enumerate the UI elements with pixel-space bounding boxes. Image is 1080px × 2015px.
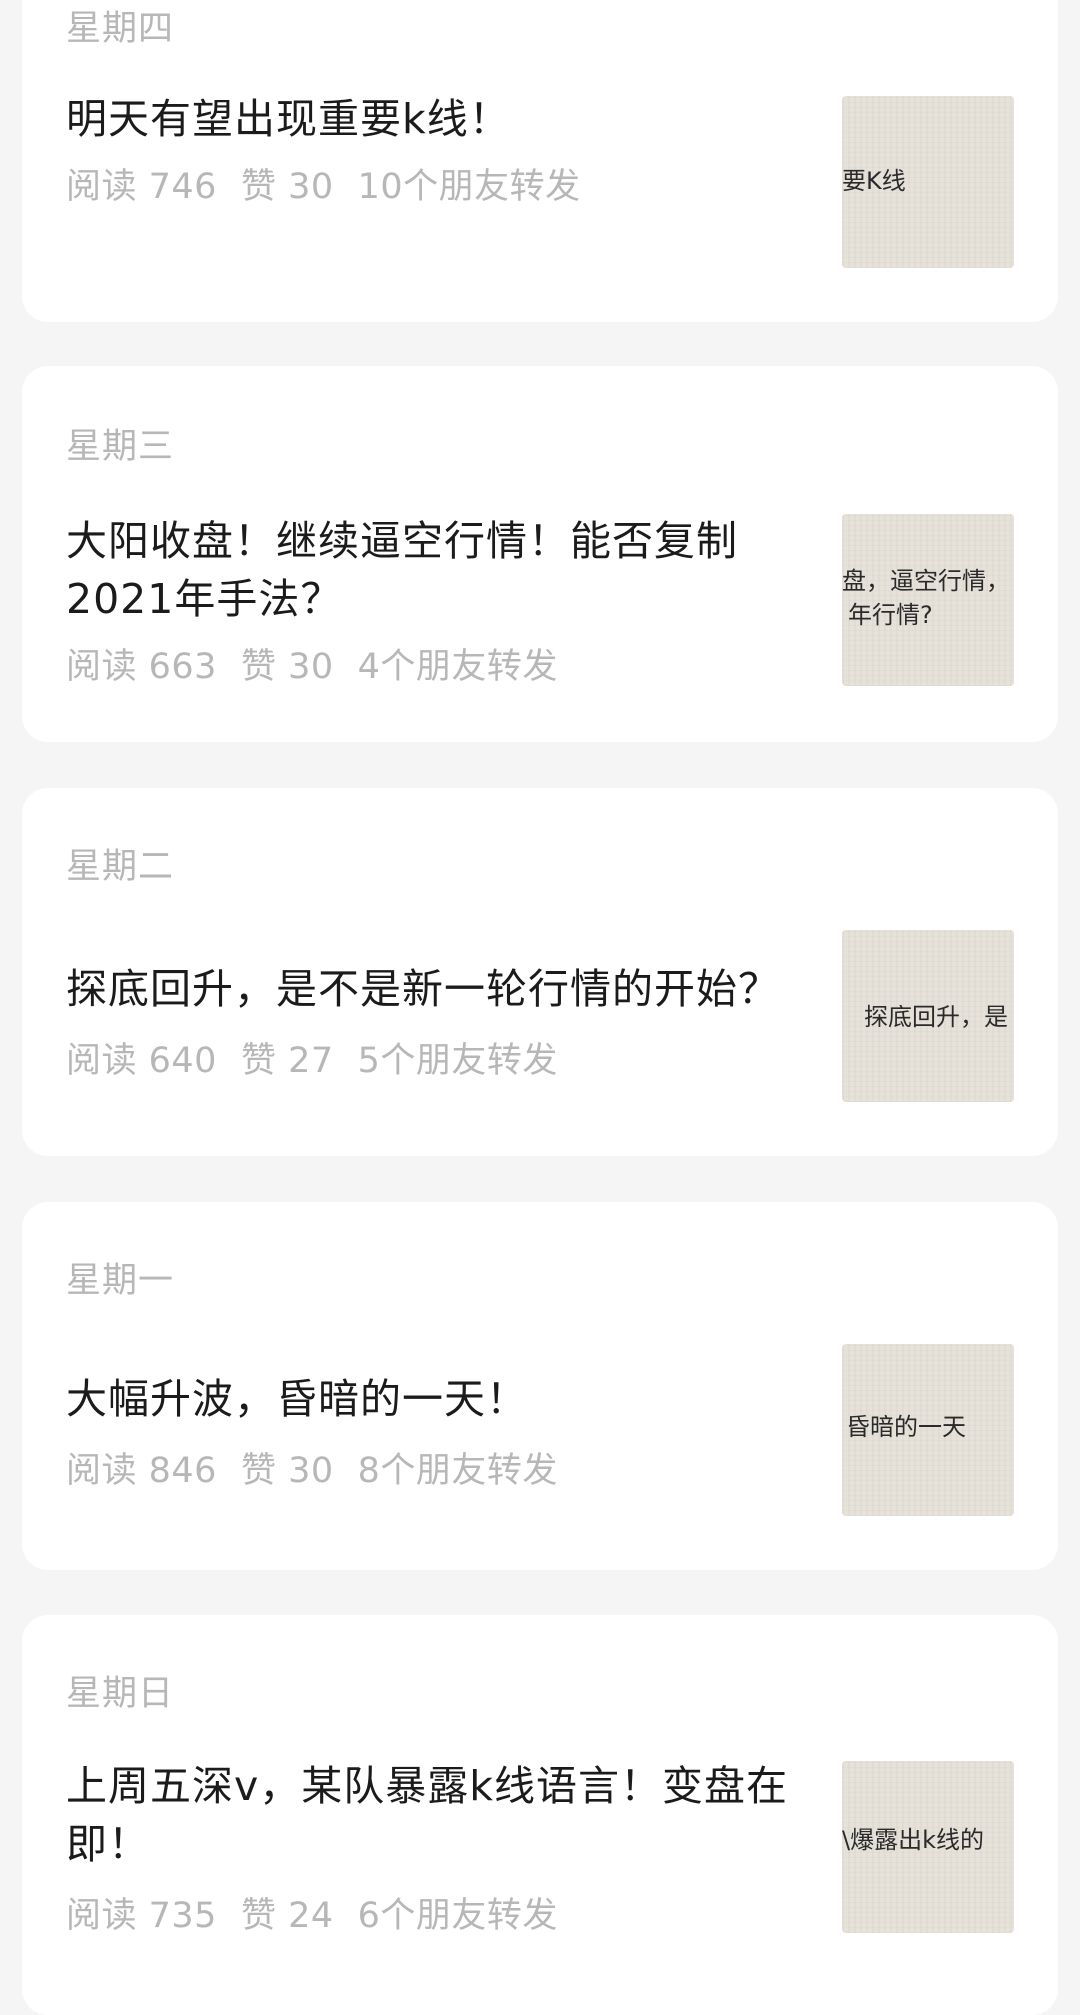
article-card[interactable]: 星期二 探底回升，是不是新一轮行情的开始？ 阅读 640 赞 27 5个朋友转发 探… (22, 788, 1058, 1156)
like-count: 赞 30 (240, 167, 334, 207)
article-thumbnail[interactable]: 探底回升，是 (842, 930, 1014, 1102)
share-count: 4个朋友转发 (357, 647, 558, 687)
thumbnail-caption: \爆露出k线的 (842, 1826, 984, 1854)
article-weekday: 星期日 (66, 1674, 175, 1714)
article-stats: 阅读 746 赞 30 10个朋友转发 (66, 158, 605, 209)
like-count: 赞 24 (240, 1896, 334, 1936)
article-weekday: 星期四 (66, 9, 175, 49)
article-title[interactable]: 大阳收盘！继续逼空行情！能否复制2021年手法？ (66, 512, 826, 628)
share-count: 10个朋友转发 (357, 167, 581, 207)
like-count: 赞 27 (240, 1041, 334, 1081)
article-stats: 阅读 640 赞 27 5个朋友转发 (66, 1032, 582, 1083)
article-weekday: 星期一 (66, 1261, 175, 1301)
like-count: 赞 30 (240, 647, 334, 687)
thumbnail-caption: 探底回升，是 (864, 1003, 1008, 1031)
read-count: 阅读 746 (66, 167, 217, 207)
article-title[interactable]: 明天有望出现重要k线！ (66, 90, 826, 148)
article-thumbnail[interactable]: 盘，逼空行情， 年行情? (842, 514, 1014, 686)
article-stats: 阅读 846 赞 30 8个朋友转发 (66, 1442, 582, 1493)
thumbnail-caption: 昏暗的一天 (846, 1413, 966, 1441)
article-title[interactable]: 上周五深v，某队暴露k线语言！变盘在即！ (66, 1757, 826, 1873)
article-stats: 阅读 735 赞 24 6个朋友转发 (66, 1887, 582, 1938)
thumbnail-caption-line2: 年行情? (848, 601, 933, 629)
article-thumbnail[interactable]: 要K线 (842, 96, 1014, 268)
article-card[interactable]: 星期四 明天有望出现重要k线！ 阅读 746 赞 30 10个朋友转发 要K线 (22, 0, 1058, 322)
article-thumbnail[interactable]: 昏暗的一天 (842, 1344, 1014, 1516)
article-stats: 阅读 663 赞 30 4个朋友转发 (66, 638, 582, 689)
read-count: 阅读 640 (66, 1041, 217, 1081)
article-title[interactable]: 探底回升，是不是新一轮行情的开始？ (66, 960, 826, 1018)
thumbnail-caption: 盘，逼空行情， (842, 567, 1010, 595)
article-card[interactable]: 星期三 大阳收盘！继续逼空行情！能否复制2021年手法？ 阅读 663 赞 30 4… (22, 366, 1058, 742)
like-count: 赞 30 (240, 1451, 334, 1491)
share-count: 8个朋友转发 (357, 1451, 558, 1491)
article-card[interactable]: 星期日 上周五深v，某队暴露k线语言！变盘在即！ 阅读 735 赞 24 6个朋友转… (22, 1615, 1058, 2015)
read-count: 阅读 663 (66, 647, 217, 687)
read-count: 阅读 846 (66, 1451, 217, 1491)
article-weekday: 星期二 (66, 847, 175, 887)
thumbnail-caption: 要K线 (842, 167, 906, 195)
article-weekday: 星期三 (66, 427, 175, 467)
article-thumbnail[interactable]: \爆露出k线的 (842, 1761, 1014, 1933)
article-title[interactable]: 大幅升波，昏暗的一天！ (66, 1370, 826, 1428)
read-count: 阅读 735 (66, 1896, 217, 1936)
share-count: 5个朋友转发 (357, 1041, 558, 1081)
article-card[interactable]: 星期一 大幅升波，昏暗的一天！ 阅读 846 赞 30 8个朋友转发 昏暗的一天 (22, 1202, 1058, 1570)
share-count: 6个朋友转发 (357, 1896, 558, 1936)
